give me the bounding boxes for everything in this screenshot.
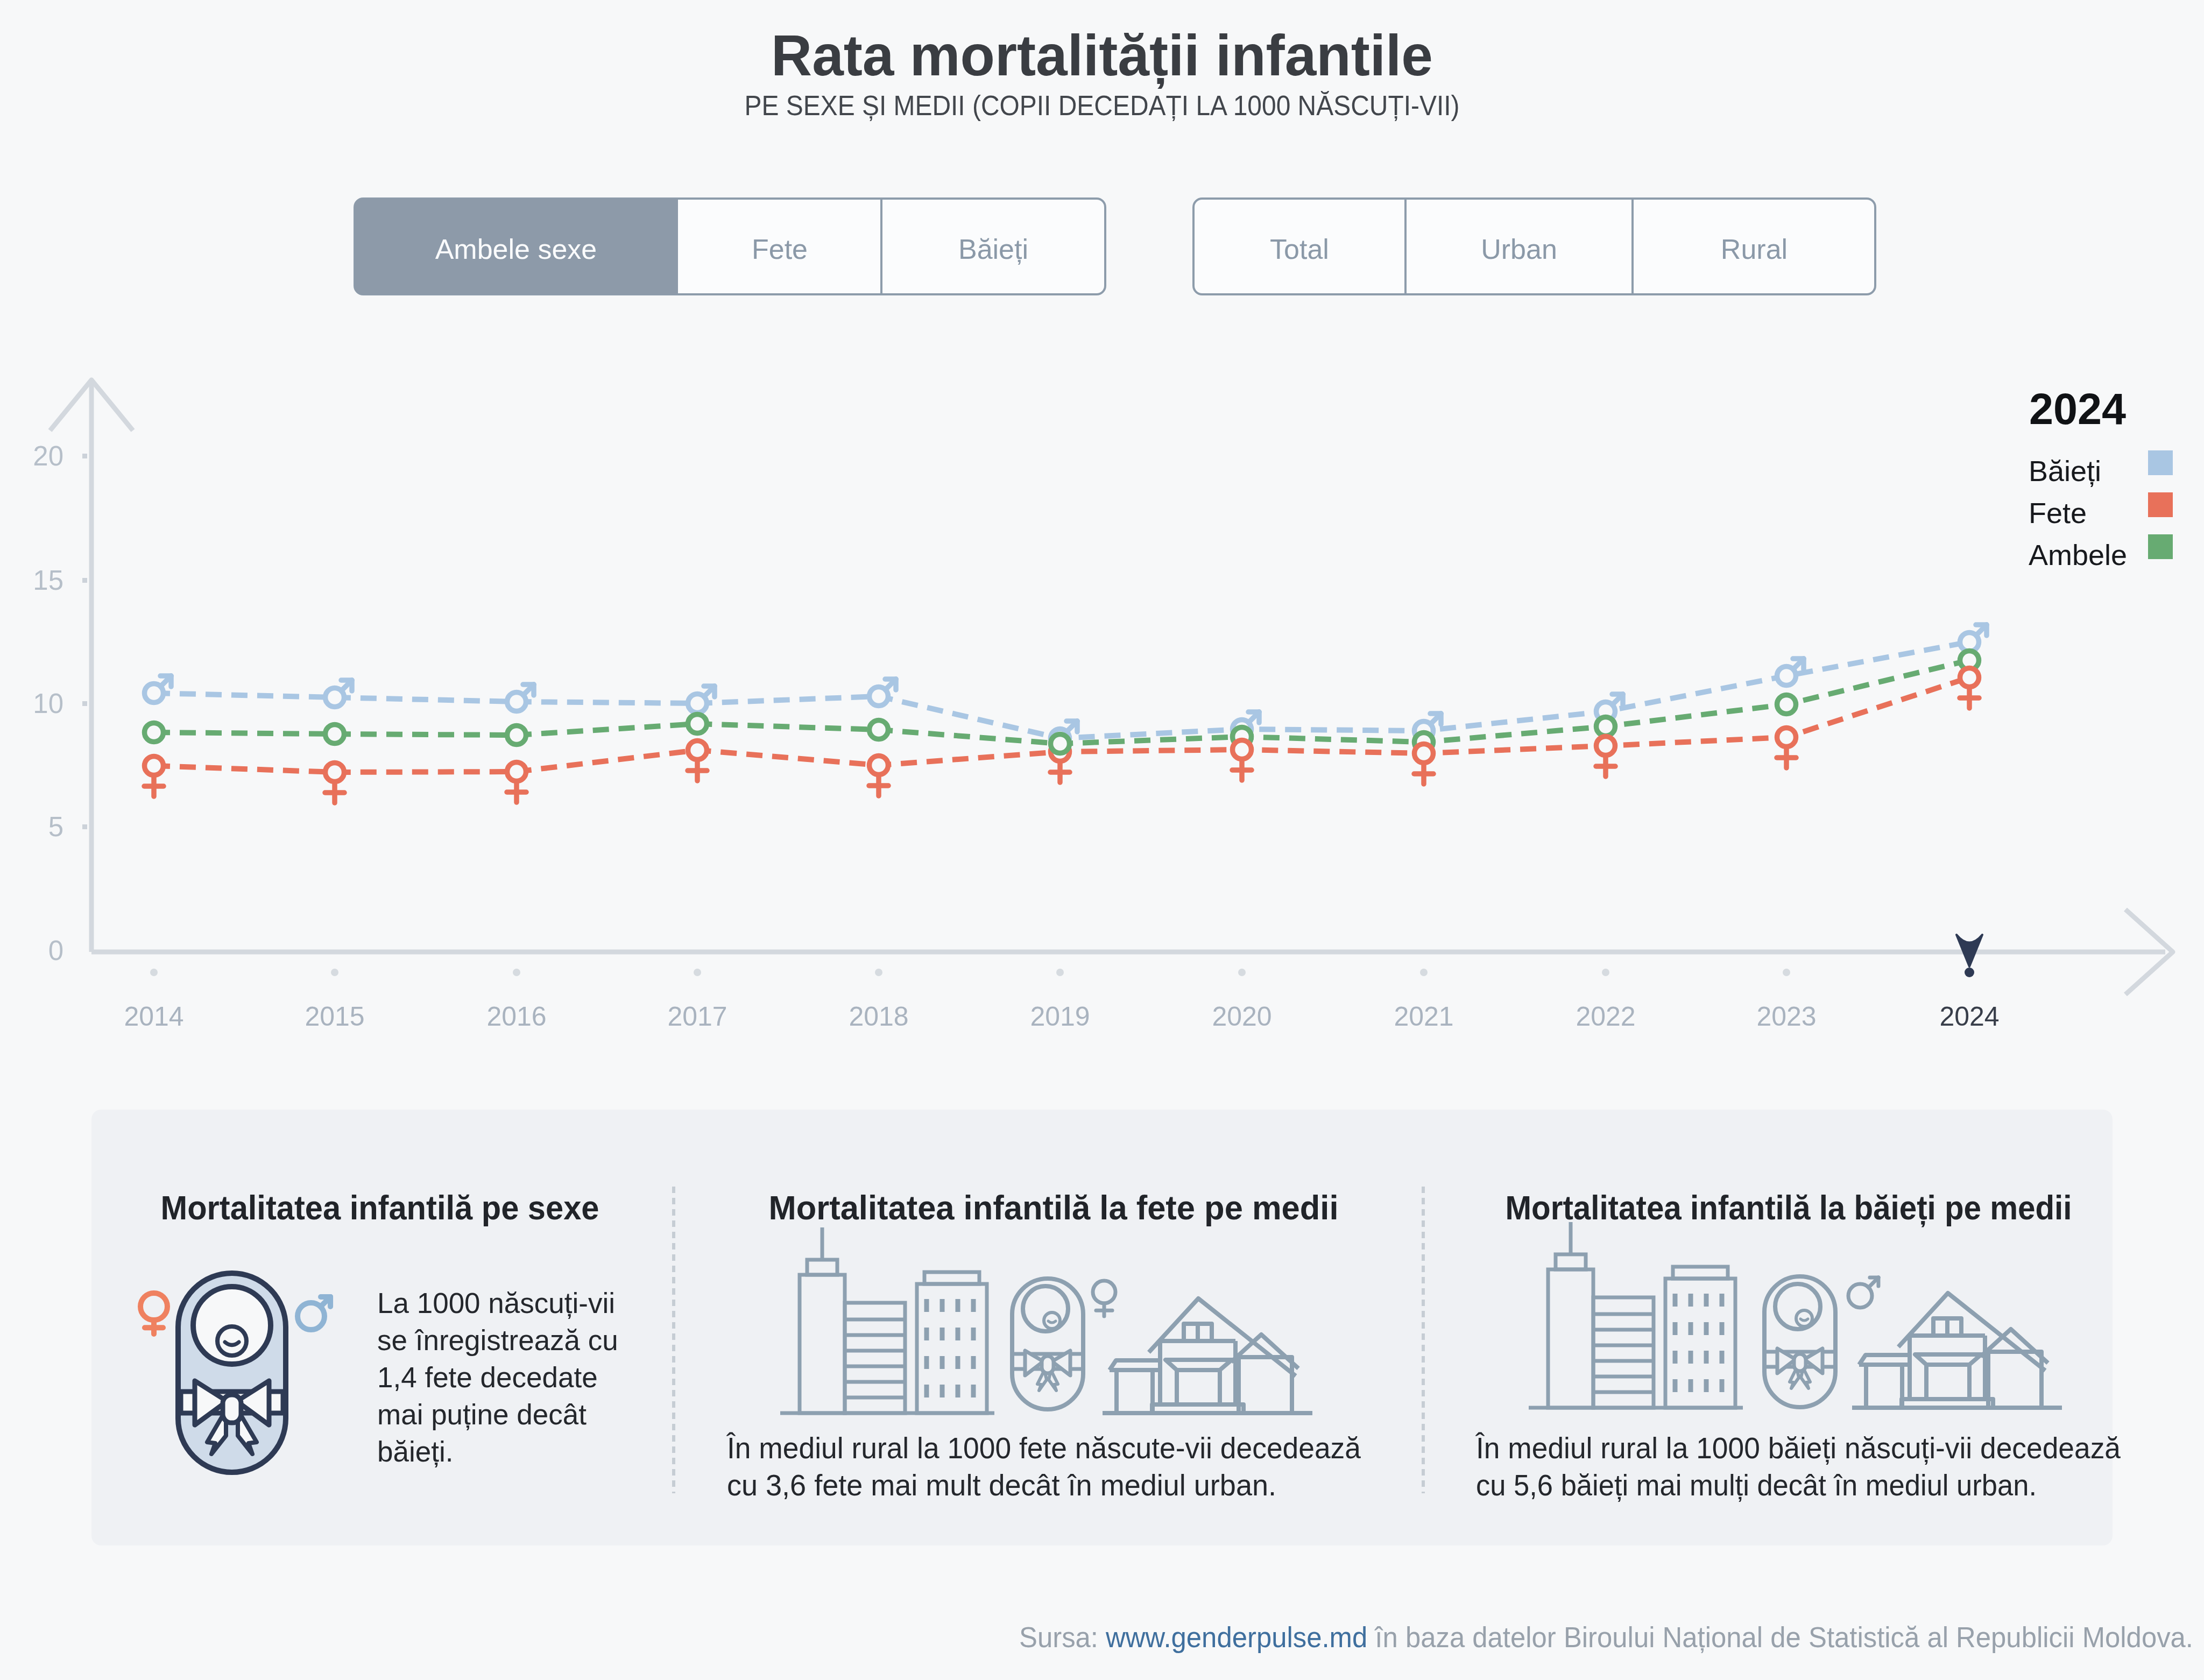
svg-text:5: 5 (48, 811, 63, 842)
svg-text:Total: Total (1270, 234, 1329, 265)
svg-text:0: 0 (48, 935, 63, 966)
svg-text:Mortalitatea infantilă pe sexe: Mortalitatea infantilă pe sexe (161, 1189, 599, 1226)
svg-text:Urban: Urban (1481, 234, 1557, 265)
svg-text:băieți.: băieți. (377, 1436, 453, 1467)
svg-text:Rural: Rural (1721, 234, 1788, 265)
svg-text:Fete: Fete (752, 234, 808, 265)
svg-text:2018: 2018 (849, 1001, 908, 1032)
svg-text:2021: 2021 (1394, 1001, 1453, 1032)
svg-text:Mortalitatea infantilă la băie: Mortalitatea infantilă la băieți pe medi… (1506, 1189, 2072, 1227)
svg-text:se înregistrează cu: se înregistrează cu (377, 1324, 618, 1356)
svg-text:În mediul rural la 1000 fete n: În mediul rural la 1000 fete născute-vii… (726, 1431, 1361, 1465)
svg-text:2020: 2020 (1212, 1001, 1271, 1032)
svg-text:Sursa: www.genderpulse.md în b: Sursa: www.genderpulse.md în baza datelo… (1019, 1621, 2193, 1653)
svg-text:Fete: Fete (2029, 497, 2087, 529)
svg-text:2022: 2022 (1576, 1001, 1635, 1032)
svg-text:2024: 2024 (2029, 385, 2126, 433)
svg-text:20: 20 (33, 441, 63, 471)
svg-text:Ambele: Ambele (2029, 539, 2127, 571)
svg-text:15: 15 (33, 565, 63, 596)
svg-text:2017: 2017 (667, 1001, 727, 1032)
svg-text:2014: 2014 (124, 1001, 183, 1032)
svg-text:cu 5,6 băieți mai mulți decât: cu 5,6 băieți mai mulți decât în mediul … (1476, 1468, 2037, 1502)
svg-text:Băieți: Băieți (2029, 455, 2101, 487)
svg-text:La 1000 născuți-vii: La 1000 născuți-vii (377, 1287, 615, 1319)
svg-text:1,4 fete decedate: 1,4 fete decedate (377, 1361, 598, 1393)
svg-text:În mediul rural la 1000 băieți: În mediul rural la 1000 băieți născuți-v… (1475, 1431, 2121, 1465)
svg-text:Băieți: Băieți (958, 234, 1028, 265)
svg-text:2023: 2023 (1756, 1001, 1816, 1032)
svg-text:PE SEXE ȘI MEDII (COPII DECEDA: PE SEXE ȘI MEDII (COPII DECEDAȚI LA 1000… (745, 90, 1460, 121)
svg-text:Mortalitatea infantilă la fete: Mortalitatea infantilă la fete pe medii (769, 1189, 1339, 1226)
svg-text:cu 3,6 fete mai mult decât în: cu 3,6 fete mai mult decât în mediul urb… (727, 1468, 1276, 1502)
svg-text:10: 10 (33, 688, 63, 719)
svg-text:2019: 2019 (1030, 1001, 1090, 1032)
svg-text:2015: 2015 (305, 1001, 364, 1032)
svg-text:Ambele sexe: Ambele sexe (435, 234, 597, 265)
svg-text:2016: 2016 (486, 1001, 546, 1032)
svg-text:Rata mortalității infantile: Rata mortalității infantile (771, 23, 1433, 89)
svg-text:2024: 2024 (1939, 1001, 1999, 1032)
svg-text:mai puține decât: mai puține decât (377, 1399, 587, 1430)
